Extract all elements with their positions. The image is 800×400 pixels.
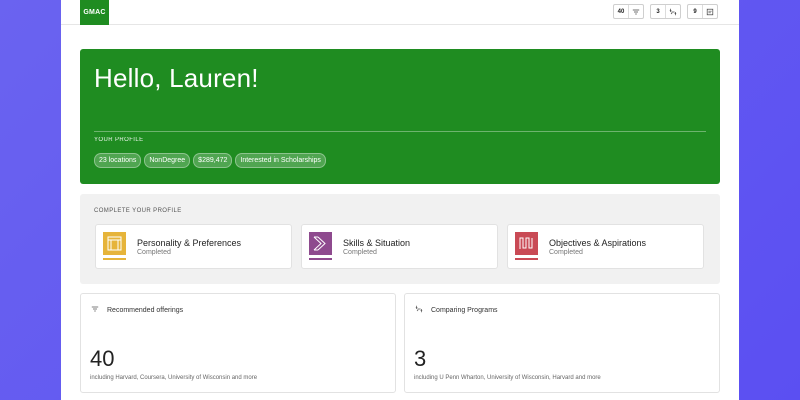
- stat-value: 3: [414, 346, 427, 371]
- card-status: Completed: [343, 249, 377, 256]
- app-window: GMAC 40 3 9 Hello, Lauren! YOUR PROFILE …: [61, 0, 739, 400]
- profile-tag[interactable]: NonDegree: [144, 153, 191, 168]
- card-title: Personality & Preferences: [137, 238, 242, 248]
- profile-tag[interactable]: $289,472: [193, 153, 233, 168]
- compare-icon: [415, 305, 423, 315]
- skills-card[interactable]: Skills & Situation Completed: [301, 224, 498, 269]
- personality-icon: [103, 232, 126, 255]
- card-title: Objectives & Aspirations: [549, 238, 647, 248]
- stat-subtitle: including Harvard, Coursera, University …: [90, 375, 258, 381]
- card-status: Completed: [137, 249, 171, 256]
- skills-progress: [309, 258, 332, 260]
- stat-header: Recommended offerings: [91, 305, 183, 315]
- card-title: Skills & Situation: [343, 238, 411, 248]
- filter-icon: [91, 305, 99, 315]
- compare-icon: [665, 5, 680, 18]
- recommended-offerings-card[interactable]: Recommended offerings 40 including Harva…: [80, 293, 396, 393]
- compare-count: 3: [656, 8, 660, 15]
- welcome-banner: Hello, Lauren! YOUR PROFILE 23 locations…: [80, 49, 720, 184]
- stat-value: 40: [90, 346, 115, 371]
- recommended-count-button[interactable]: 40: [613, 4, 644, 19]
- stat-header: Comparing Programs: [415, 305, 498, 315]
- objectives-icon: [515, 232, 538, 255]
- recommended-count: 40: [617, 8, 625, 15]
- list-icon: [702, 5, 717, 18]
- stat-title: Recommended offerings: [107, 306, 184, 314]
- saved-count: 9: [693, 8, 697, 15]
- profile-label: YOUR PROFILE: [94, 137, 144, 143]
- stat-title: Comparing Programs: [431, 306, 498, 314]
- profile-tags: 23 locations NonDegree $289,472 Interest…: [94, 153, 326, 168]
- filter-icon: [628, 5, 643, 18]
- personality-progress: [103, 258, 126, 260]
- compare-count-button[interactable]: 3: [650, 4, 681, 19]
- banner-divider: [94, 131, 706, 132]
- objectives-progress: [515, 258, 538, 260]
- gmac-logo[interactable]: GMAC: [80, 0, 109, 25]
- comparing-programs-card[interactable]: Comparing Programs 3 including U Penn Wh…: [404, 293, 720, 393]
- complete-profile-label: COMPLETE YOUR PROFILE: [94, 208, 182, 214]
- profile-tag[interactable]: 23 locations: [94, 153, 142, 168]
- greeting-title: Hello, Lauren!: [94, 63, 259, 93]
- profile-tag[interactable]: Interested in Scholarships: [235, 153, 326, 168]
- complete-profile-section: COMPLETE YOUR PROFILE Personality & Pref…: [80, 194, 720, 284]
- personality-card[interactable]: Personality & Preferences Completed: [95, 224, 292, 269]
- objectives-card[interactable]: Objectives & Aspirations Completed: [507, 224, 704, 269]
- stat-subtitle: including U Penn Wharton, University of …: [414, 375, 601, 381]
- top-bar: GMAC 40 3 9: [61, 0, 739, 25]
- card-status: Completed: [549, 249, 583, 256]
- skills-icon: [309, 232, 332, 255]
- saved-count-button[interactable]: 9: [687, 4, 718, 19]
